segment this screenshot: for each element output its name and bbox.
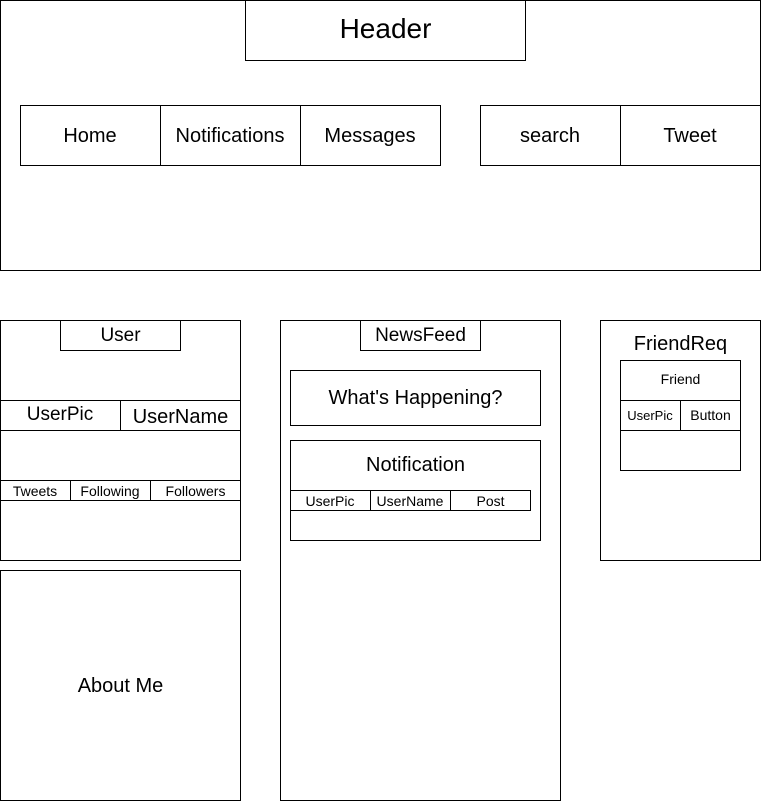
- stat-followers[interactable]: Followers: [150, 481, 241, 501]
- nav-messages[interactable]: Messages: [300, 105, 440, 166]
- nav-home[interactable]: Home: [20, 105, 160, 166]
- user-panel: [0, 320, 241, 561]
- friend-action-button[interactable]: Button: [680, 400, 741, 429]
- about-title: About Me: [77, 674, 164, 697]
- friend-userpic: UserPic: [627, 408, 673, 423]
- friend-title: Friend: [660, 371, 701, 387]
- notification-post: Post: [476, 492, 505, 509]
- nav-notifications[interactable]: Notifications: [160, 105, 300, 166]
- header-title: Header: [339, 13, 432, 44]
- newsfeed-title: NewsFeed: [375, 324, 466, 346]
- notification-username: UserName: [376, 492, 444, 509]
- stat-following[interactable]: Following: [70, 481, 150, 501]
- notification-userpic: UserPic: [305, 492, 355, 509]
- whats-happening-label: What's Happening?: [328, 387, 503, 409]
- user-pic: UserPic: [26, 403, 94, 425]
- friendreq-title: FriendReq: [633, 333, 728, 355]
- tweet-button[interactable]: Tweet: [620, 105, 760, 166]
- user-title: User: [100, 324, 141, 346]
- notification-title: Notification: [366, 454, 465, 476]
- stat-tweets[interactable]: Tweets: [0, 481, 70, 501]
- user-name: UserName: [132, 406, 229, 428]
- search-button[interactable]: search: [480, 105, 620, 166]
